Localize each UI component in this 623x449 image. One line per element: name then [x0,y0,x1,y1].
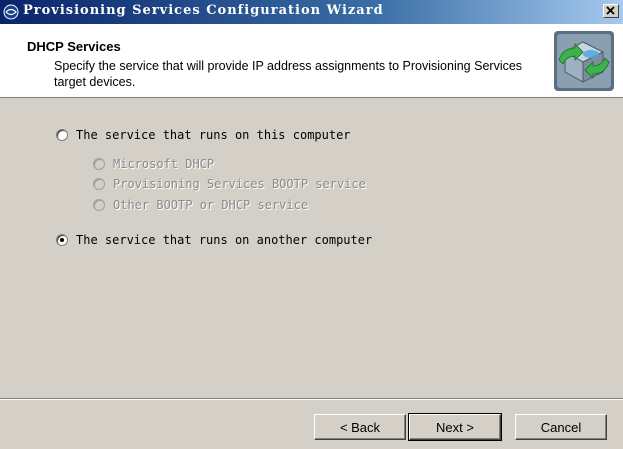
radio-microsoft-dhcp[interactable] [93,158,105,170]
option-bootp-service-label[interactable]: Provisioning Services BOOTP service [113,177,366,191]
cancel-button[interactable]: Cancel [515,414,607,440]
radio-another-computer[interactable] [56,234,68,246]
option-another-computer-label[interactable]: The service that runs on another compute… [76,233,372,247]
radio-other-bootp-dhcp[interactable] [93,199,105,211]
option-this-computer-label[interactable]: The service that runs on this computer [76,128,351,142]
provisioning-server-icon [554,31,614,91]
page-title: DHCP Services [27,39,121,54]
dhcp-options-group: The service that runs on this computer M… [0,98,623,398]
option-microsoft-dhcp-label[interactable]: Microsoft DHCP [113,157,214,171]
next-button[interactable]: Next > [408,413,502,441]
radio-this-computer[interactable] [56,129,68,141]
wizard-window: Provisioning Services Configuration Wiza… [0,0,623,449]
radio-bootp-service[interactable] [93,178,105,190]
window-title: Provisioning Services Configuration Wiza… [23,3,384,18]
citrix-globe-icon [3,4,19,20]
title-bar[interactable]: Provisioning Services Configuration Wiza… [0,0,623,24]
close-button[interactable] [603,4,619,18]
option-other-bootp-dhcp-label[interactable]: Other BOOTP or DHCP service [113,198,308,212]
back-button[interactable]: < Back [314,414,406,440]
page-subtitle: Specify the service that will provide IP… [54,59,523,89]
close-icon [606,6,615,15]
footer-divider [0,398,623,400]
wizard-header: DHCP Services Specify the service that w… [0,24,623,98]
